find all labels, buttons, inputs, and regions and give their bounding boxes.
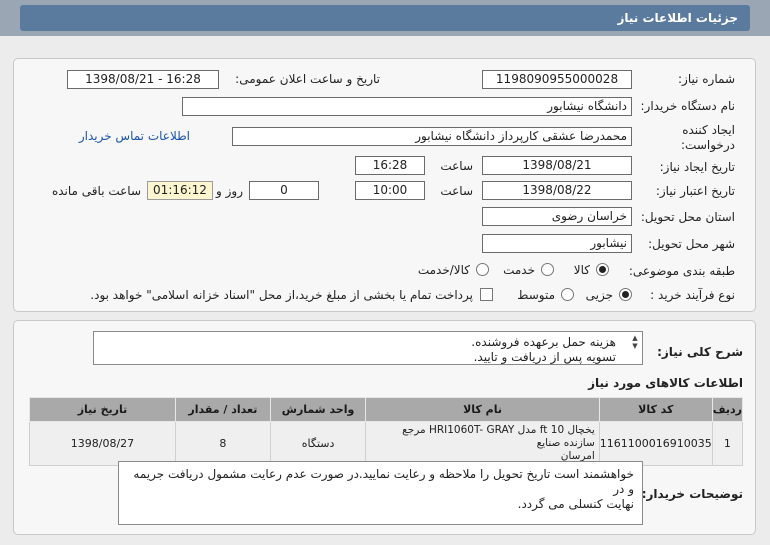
need-number-field[interactable]: 1198090955000028: [482, 70, 632, 89]
buyer-field[interactable]: دانشگاه نیشابور: [182, 97, 632, 116]
table-row[interactable]: 1 1161100016910035 یخچال 10 ft مدل HRI10…: [29, 421, 744, 466]
category-both-label: کالا/خدمت: [417, 263, 470, 277]
validity-time-label: ساعت: [440, 184, 473, 198]
col-code: کد کالا: [598, 397, 713, 422]
creator-field[interactable]: محمدرضا عشقی کارپرداز دانشگاه نیشابور: [232, 127, 632, 146]
province-field[interactable]: خراسان رضوی: [482, 207, 632, 226]
buyer-contact-link[interactable]: اطلاعات تماس خریدار: [79, 129, 190, 143]
goods-table: ردیف کد کالا نام کالا واحد شمارش تعداد /…: [29, 397, 744, 466]
page-title: جزئیات اطلاعات نیاز: [20, 5, 750, 31]
category-service-radio[interactable]: [541, 263, 554, 276]
remaining-days-label: روز و: [216, 184, 243, 198]
cell-date: 1398/08/27: [29, 421, 176, 466]
creator-label-1: ایجاد کننده: [682, 123, 735, 137]
creator-label-2: درخواست:: [681, 138, 735, 152]
created-date-field[interactable]: 1398/08/21: [482, 156, 632, 175]
created-time-label: ساعت: [440, 159, 473, 173]
announce-field[interactable]: 1398/08/21 - 16:28: [67, 70, 219, 89]
created-date-label: تاریخ ایجاد نیاز:: [659, 160, 735, 174]
details-panel: شرح کلی نیاز: هزینه حمل برعهده فروشنده. …: [13, 320, 756, 535]
purchase-type-label: نوع فرآیند خرید :: [650, 288, 735, 302]
col-unit: واحد شمارش: [269, 397, 367, 422]
col-qty: تعداد / مقدار: [174, 397, 271, 422]
buyer-notes-field[interactable]: خواهشمند است تاریخ تحویل را ملاحظه و رعا…: [118, 461, 643, 525]
purchase-minor-radio[interactable]: [619, 288, 632, 301]
category-service-label: خدمت: [503, 263, 535, 277]
goods-table-header: ردیف کد کالا نام کالا واحد شمارش تعداد /…: [29, 397, 744, 422]
cell-row: 1: [711, 421, 744, 466]
cell-name-line-1: یخچال 10 ft مدل HRI1060T- GRAY مرجع سازن…: [402, 424, 595, 449]
purchase-medium-radio[interactable]: [561, 288, 574, 301]
treasury-bond-checkbox[interactable]: [480, 288, 493, 301]
need-number-label: شماره نیاز:: [678, 72, 735, 86]
general-desc-label: شرح کلی نیاز:: [657, 345, 743, 359]
category-goods-radio[interactable]: [596, 263, 609, 276]
cell-code: 1161100016910035: [598, 421, 713, 466]
buyer-notes-line-2: نهایت کنسلی می گردد.: [517, 497, 634, 511]
col-row: ردیف: [711, 397, 744, 422]
cell-name: یخچال 10 ft مدل HRI1060T- GRAY مرجع سازن…: [365, 421, 600, 466]
city-field[interactable]: نیشابور: [482, 234, 632, 253]
category-both-radio[interactable]: [476, 263, 489, 276]
general-desc-field[interactable]: هزینه حمل برعهده فروشنده. تسویه پس از در…: [93, 331, 643, 365]
category-goods-label: کالا: [573, 263, 590, 277]
announce-label: تاریخ و ساعت اعلان عمومی:: [235, 72, 380, 86]
province-label: استان محل تحویل:: [640, 210, 735, 224]
cell-unit: دستگاه: [269, 421, 367, 466]
need-info-panel: شماره نیاز: 1198090955000028 تاریخ و ساع…: [13, 58, 756, 312]
remaining-time-label: ساعت باقی مانده: [51, 184, 141, 198]
validity-date-field[interactable]: 1398/08/22: [482, 181, 632, 200]
desc-scroll-arrows[interactable]: ▲ ▼: [630, 334, 640, 350]
validity-time-field[interactable]: 10:00: [355, 181, 425, 200]
buyer-label: نام دستگاه خریدار:: [640, 99, 736, 113]
category-label: طبقه بندی موضوعی:: [628, 264, 735, 278]
cell-qty: 8: [174, 421, 271, 466]
buyer-notes-label: توضیحات خریدار:: [641, 487, 743, 501]
general-desc-line-2: تسویه پس از دریافت و تایید.: [473, 350, 616, 364]
remaining-time-field: 01:16:12: [147, 181, 213, 200]
city-label: شهر محل تحویل:: [648, 237, 735, 251]
page-header: جزئیات اطلاعات نیاز: [0, 0, 770, 36]
col-date: تاریخ نیاز: [29, 397, 176, 422]
buyer-notes-line-1: خواهشمند است تاریخ تحویل را ملاحظه و رعا…: [133, 467, 634, 496]
col-name: نام کالا: [365, 397, 600, 422]
purchase-medium-label: متوسط: [517, 288, 555, 302]
validity-label: تاریخ اعتبار نیاز:: [655, 184, 735, 198]
created-time-field[interactable]: 16:28: [355, 156, 425, 175]
remaining-days-field[interactable]: 0: [249, 181, 319, 200]
goods-section-title: اطلاعات کالاهای مورد نیاز: [588, 376, 743, 390]
purchase-minor-label: جزیی: [585, 288, 613, 302]
treasury-bond-note: پرداخت تمام یا بخشی از مبلغ خرید،از محل …: [90, 288, 473, 302]
general-desc-line-1: هزینه حمل برعهده فروشنده.: [471, 335, 616, 349]
